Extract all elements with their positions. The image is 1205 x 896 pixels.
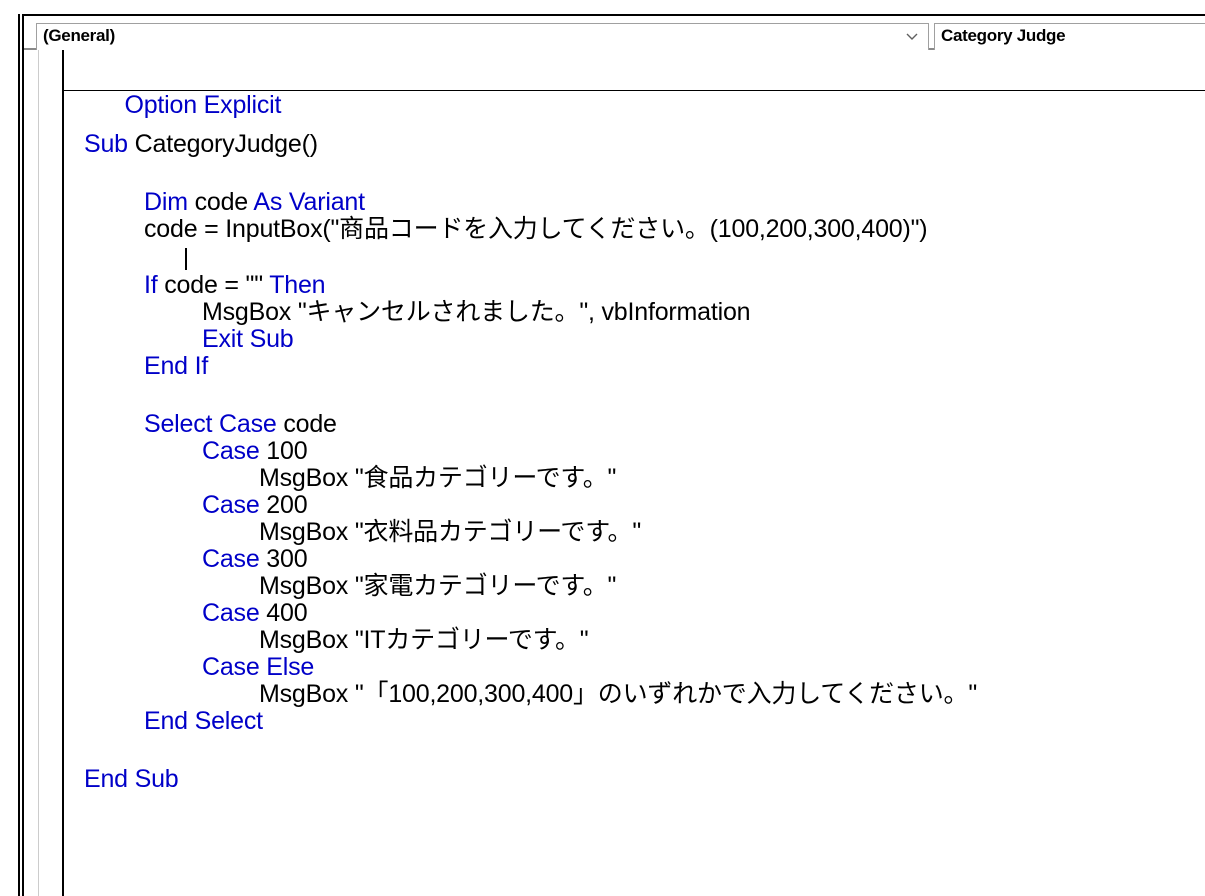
text-cursor (185, 248, 187, 270)
code-line-msg-200: MsgBox "衣料品カテゴリーです。" (259, 518, 642, 546)
vba-code-window: (General) Category Judge Option Explicit… (0, 0, 1205, 896)
window-left-frame (0, 14, 24, 896)
procedure-separator (64, 90, 1205, 91)
code-line-end-sub: End Sub (84, 765, 179, 793)
code-line-inputbox: code = InputBox("商品コードを入力してください。(100,200… (144, 215, 928, 243)
object-combo[interactable]: (General) (36, 23, 929, 51)
code-line-case-100: Case 100 (202, 437, 308, 465)
code-line-exit-sub: Exit Sub (202, 325, 294, 353)
code-line-msg-100: MsgBox "食品カテゴリーです。" (259, 464, 617, 492)
procedure-combo[interactable]: Category Judge (934, 23, 1205, 51)
code-editor[interactable]: Option Explicit Sub CategoryJudge() Dim … (64, 50, 1205, 896)
code-line-end-if: End If (144, 352, 209, 380)
code-line-sub: Sub CategoryJudge() (84, 130, 318, 158)
code-line-if: If code = "" Then (144, 271, 326, 299)
code-line-case-400: Case 400 (202, 599, 308, 627)
chevron-down-icon[interactable] (904, 28, 920, 44)
code-line-case-300: Case 300 (202, 545, 308, 573)
code-line-dim: Dim code As Variant (144, 188, 365, 216)
code-line-end-select: End Select (144, 707, 263, 735)
code-line-case-200: Case 200 (202, 491, 308, 519)
object-combo-value: (General) (43, 26, 115, 45)
procedure-combo-value: Category Judge (941, 26, 1066, 45)
code-line-case-else: Case Else (202, 653, 315, 681)
code-line-msg-300: MsgBox "家電カテゴリーです。" (259, 572, 617, 600)
margin-indicator-bar[interactable] (24, 50, 64, 896)
code-line-select-case: Select Case code (144, 410, 337, 438)
window-top-edge (0, 0, 1205, 14)
code-window-toolbar: (General) Category Judge (24, 14, 1205, 51)
code-line-msgbox-cancel: MsgBox "キャンセルされました。", vbInformation (202, 298, 751, 326)
code-line-msg-400: MsgBox "ITカテゴリーです。" (259, 626, 589, 654)
code-line-msg-else: MsgBox "「100,200,300,400」のいずれかで入力してください。… (259, 680, 977, 708)
